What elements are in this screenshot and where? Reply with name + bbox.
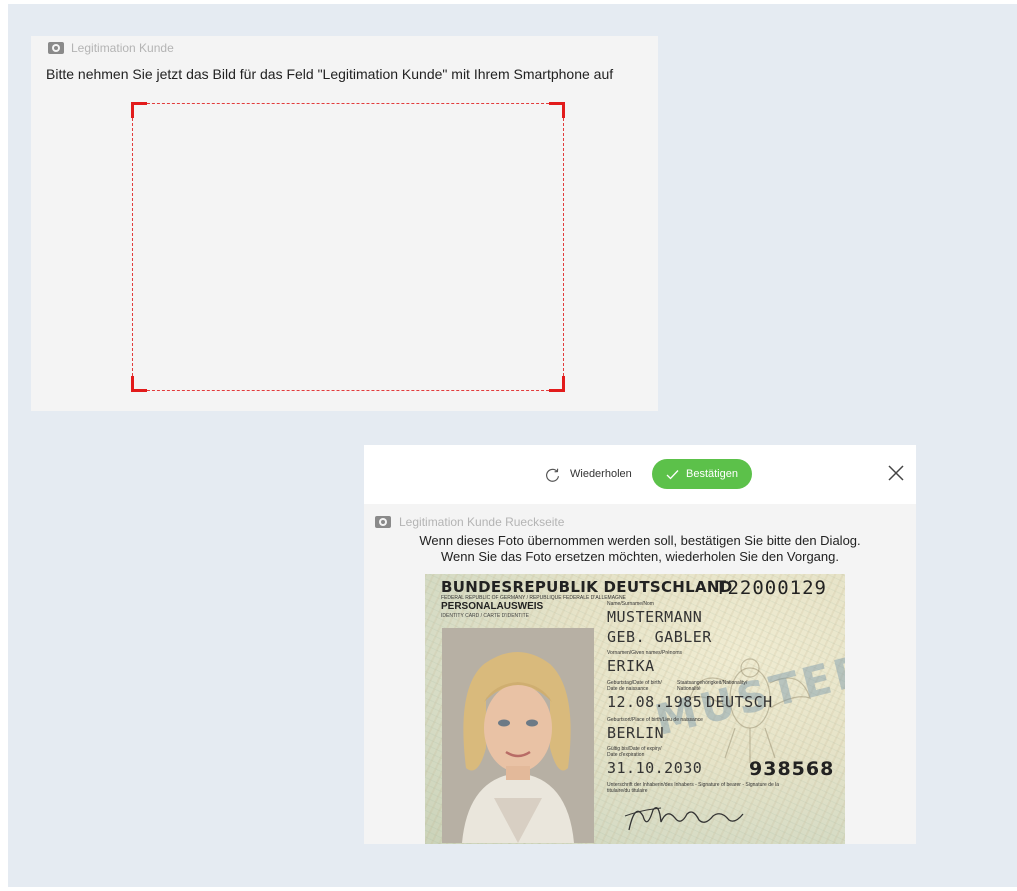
card-doc-type: PERSONALAUSWEIS: [441, 601, 544, 612]
nationality-value: DEUTSCH: [706, 693, 773, 711]
card-doc-type-sub: IDENTITY CARD / CARTE D'IDENTITE: [441, 613, 530, 619]
capture-instruction: Bitte nehmen Sie jetzt das Bild für das …: [46, 66, 614, 82]
pob-label: Geburtsort/Place of birth/Lieu de naissa…: [607, 717, 703, 723]
capture-frame: [131, 102, 565, 392]
pob-value: BERLIN: [607, 724, 665, 742]
given-names-value: ERIKA: [607, 657, 655, 675]
frame-corner-bottom-right: [549, 376, 565, 392]
expiry-label: Gültig bis/Date of expiry/ Date d'expira…: [607, 746, 662, 758]
given-names-label: Vornamen/Given names/Prénoms: [607, 650, 683, 656]
birth-name-value: GEB. GABLER: [607, 628, 712, 646]
capture-header-label: Legitimation Kunde: [71, 41, 174, 55]
dob-value: 12.08.1985: [607, 693, 703, 711]
dialog-header: Legitimation Kunde Rueckseite: [375, 515, 564, 529]
camera-icon: [375, 516, 391, 528]
portrait-illustration: [442, 628, 594, 843]
check-icon: [666, 469, 679, 479]
refresh-icon: [546, 468, 560, 482]
camera-icon: [48, 42, 64, 54]
confirm-button[interactable]: Bestätigen: [652, 459, 752, 489]
close-icon[interactable]: [886, 463, 906, 483]
retry-label: Wiederholen: [570, 468, 632, 480]
frame-corner-top-right: [549, 102, 565, 118]
dialog-header-label: Legitimation Kunde Rueckseite: [399, 515, 565, 529]
frame-corner-bottom-left: [131, 376, 147, 392]
dialog-toolbar: Wiederholen Bestätigen: [364, 445, 916, 504]
id-card-preview: MUSTER BUNDESREPUBLIK DEUTSCHLAND FEDERA…: [425, 574, 845, 844]
card-doc-number: T22000129: [715, 577, 827, 599]
dialog-message-line1: Wenn dieses Foto übernommen werden soll,…: [419, 533, 861, 548]
expiry-value: 31.10.2030: [607, 759, 703, 777]
signature-label: Unterschrift der Inhaberin/des Inhabers …: [607, 782, 780, 794]
can-number: 938568: [749, 758, 835, 780]
signature-image: [624, 807, 744, 831]
name-label: Name/Surname/Nom: [607, 601, 654, 607]
surname-value: MUSTERMANN: [607, 608, 703, 626]
dialog-message: Wenn dieses Foto übernommen werden soll,…: [364, 533, 916, 565]
capture-header: Legitimation Kunde: [48, 41, 174, 55]
retry-button[interactable]: Wiederholen: [544, 459, 632, 489]
dialog-message-line2: Wenn Sie das Foto ersetzen möchten, wied…: [441, 549, 839, 564]
confirm-label: Bestätigen: [686, 468, 738, 480]
photo-confirm-dialog: Wiederholen Bestätigen Legitimation Kund…: [364, 445, 916, 844]
portrait-photo: [442, 628, 594, 843]
dob-label: Geburtstag/Date of birth/ Date de naissa…: [607, 680, 662, 692]
frame-corner-top-left: [131, 102, 147, 118]
card-country-title: BUNDESREPUBLIK DEUTSCHLAND: [441, 578, 733, 596]
nationality-label: Staatsangehörigkeit/Nationality/ Nationa…: [677, 680, 748, 692]
capture-panel: Legitimation Kunde Bitte nehmen Sie jetz…: [31, 36, 658, 411]
